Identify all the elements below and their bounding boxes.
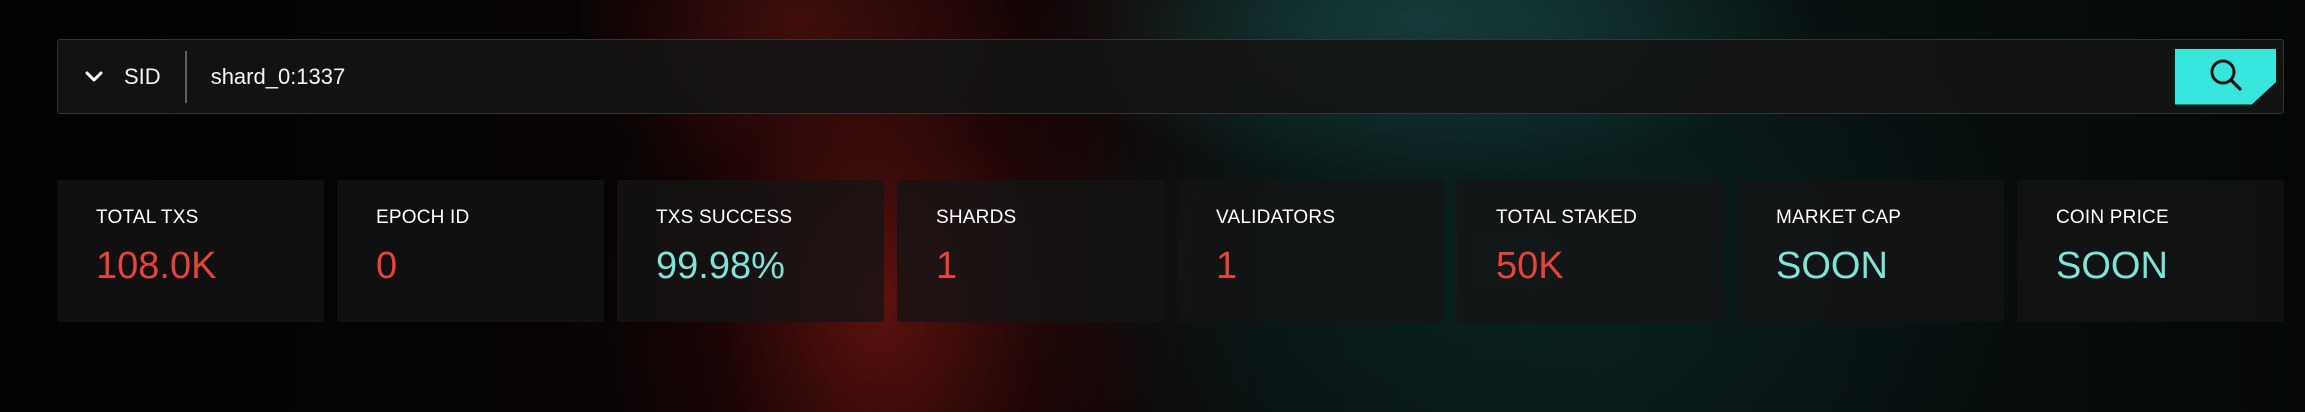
stats-row: TOTAL TXS 108.0K EPOCH ID 0 TXS SUCCESS … (57, 180, 2284, 322)
stat-value: SOON (1776, 245, 1888, 287)
search-input[interactable] (186, 39, 2175, 114)
search-button[interactable] (2175, 48, 2276, 105)
stat-card-validators: VALIDATORS 1 (1177, 180, 1444, 322)
chevron-down-icon (84, 67, 104, 87)
stat-card-shards: SHARDS 1 (897, 180, 1164, 322)
search-type-label: SID (124, 63, 161, 89)
stat-label: VALIDATORS (1216, 207, 1336, 228)
stat-card-total-staked: TOTAL STAKED 50K (1457, 180, 1724, 322)
stat-label: TOTAL STAKED (1496, 207, 1638, 228)
stat-value: 0 (376, 245, 398, 287)
stat-label: EPOCH ID (376, 207, 470, 228)
stat-label: TOTAL TXS (96, 207, 199, 228)
stat-value: 108.0K (96, 245, 217, 287)
search-icon (2207, 56, 2245, 97)
stat-value: SOON (2056, 245, 2168, 287)
stat-label: COIN PRICE (2056, 207, 2169, 228)
stat-card-total-txs: TOTAL TXS 108.0K (57, 180, 324, 322)
stat-label: MARKET CAP (1776, 207, 1902, 228)
stat-card-market-cap: MARKET CAP SOON (1737, 180, 2004, 322)
stat-value: 99.98% (656, 245, 785, 287)
search-type-selector[interactable]: SID (58, 40, 185, 113)
stat-label: SHARDS (936, 207, 1017, 228)
stat-value: 50K (1496, 245, 1564, 287)
stat-card-epoch-id: EPOCH ID 0 (337, 180, 604, 322)
stat-card-txs-success: TXS SUCCESS 99.98% (617, 180, 884, 322)
stat-value: 1 (1216, 245, 1238, 287)
stat-label: TXS SUCCESS (656, 207, 793, 228)
stat-card-coin-price: COIN PRICE SOON (2017, 180, 2284, 322)
stat-value: 1 (936, 245, 958, 287)
search-bar: SID (57, 39, 2284, 114)
